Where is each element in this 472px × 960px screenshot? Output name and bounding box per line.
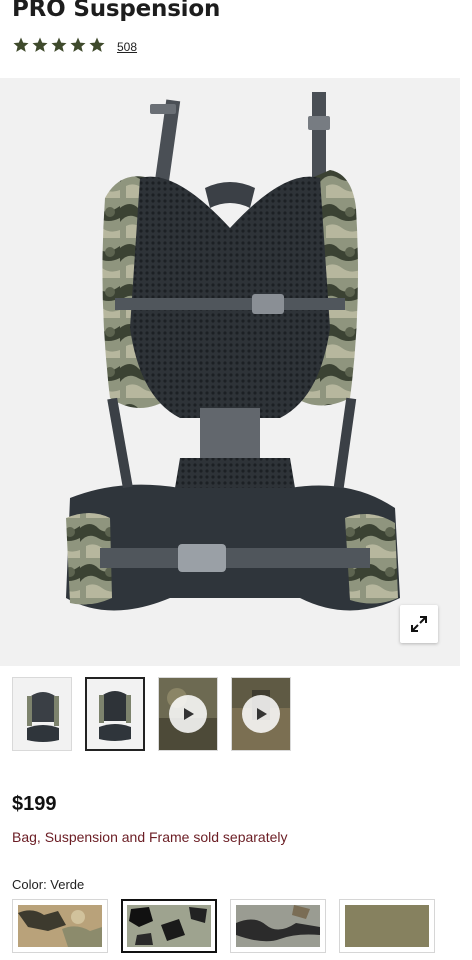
color-label: Color: Verde bbox=[12, 877, 85, 892]
play-icon bbox=[257, 708, 267, 720]
sold-separately-note: Bag, Suspension and Frame sold separatel… bbox=[12, 829, 288, 845]
review-count-link[interactable]: 508 bbox=[117, 40, 137, 54]
star-icon bbox=[13, 37, 29, 52]
thumbnail-image-2[interactable] bbox=[85, 677, 145, 751]
camo-tan-pattern bbox=[18, 905, 102, 947]
expand-arrows-icon bbox=[411, 616, 427, 632]
play-icon bbox=[184, 708, 194, 720]
verde-camo-pattern bbox=[127, 905, 211, 947]
star-icon bbox=[70, 37, 86, 52]
thumbnail-video-2[interactable] bbox=[231, 677, 291, 751]
thumbnail-video-1[interactable] bbox=[158, 677, 218, 751]
play-button[interactable] bbox=[242, 695, 280, 733]
camo-grey-pattern bbox=[236, 905, 320, 947]
thumbnail-harness-back bbox=[87, 679, 143, 749]
swatch-olive[interactable] bbox=[339, 899, 435, 953]
product-title: PRO Suspension bbox=[12, 0, 221, 22]
color-swatches bbox=[12, 899, 448, 953]
suspension-harness-illustration bbox=[66, 92, 400, 611]
star-icon bbox=[89, 37, 105, 52]
swatch-verde[interactable] bbox=[121, 899, 217, 953]
rating[interactable]: 508 bbox=[12, 36, 137, 54]
thumbnail-image-1[interactable] bbox=[12, 677, 72, 751]
swatch-camo-tan[interactable] bbox=[12, 899, 108, 953]
thumbnail-harness bbox=[13, 678, 71, 750]
olive-solid-pattern bbox=[345, 905, 429, 947]
expand-image-button[interactable] bbox=[400, 605, 438, 643]
product-price: $199 bbox=[12, 793, 57, 815]
play-button[interactable] bbox=[169, 695, 207, 733]
star-icon bbox=[51, 37, 67, 52]
star-icon bbox=[32, 37, 48, 52]
swatch-camo-grey[interactable] bbox=[230, 899, 326, 953]
product-main-image[interactable] bbox=[0, 78, 460, 666]
thumbnail-strip bbox=[12, 677, 304, 751]
